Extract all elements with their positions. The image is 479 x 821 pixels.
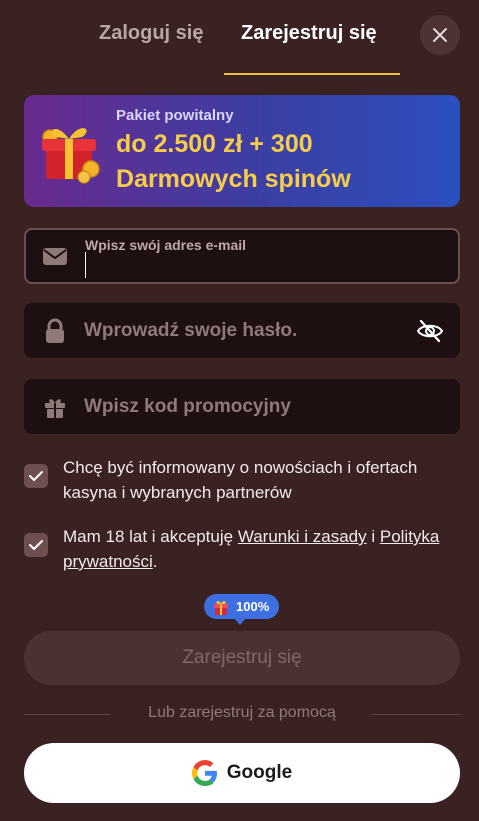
close-icon — [433, 28, 447, 42]
terms-prefix: Mam 18 lat i akceptuję — [63, 527, 238, 546]
divider-line — [372, 714, 460, 715]
email-label: Wpisz swój adres e-mail — [85, 237, 247, 253]
marketing-consent-checkbox[interactable] — [24, 464, 48, 488]
promo-code-input[interactable] — [84, 391, 404, 422]
gift-box-icon — [42, 128, 100, 184]
banner-label: Pakiet powitalny — [116, 107, 234, 124]
password-input[interactable] — [84, 315, 404, 346]
welcome-bonus-banner: Pakiet powitalny do 2.500 zł + 300 Darmo… — [24, 95, 460, 207]
terms-consent-checkbox[interactable] — [24, 533, 48, 557]
bonus-badge-text: 100% — [236, 599, 270, 614]
terms-link[interactable]: Warunki i zasady — [238, 527, 367, 546]
promo-code-field[interactable] — [24, 379, 460, 434]
banner-bonus-amount: do 2.500 zł + 300 — [116, 130, 313, 158]
google-signup-button[interactable]: Google — [24, 743, 460, 803]
banner-free-spins: Darmowych spinów — [116, 165, 351, 193]
tab-login[interactable]: Zaloguj się — [99, 22, 203, 45]
bonus-badge: 100% — [204, 594, 280, 625]
gift-icon — [45, 398, 65, 418]
social-divider: Lub zarejestruj za pomocą — [24, 703, 460, 725]
divider-text: Lub zarejestruj za pomocą — [148, 704, 336, 721]
active-tab-indicator — [224, 73, 400, 75]
close-button[interactable] — [420, 15, 460, 55]
email-input[interactable] — [85, 252, 445, 278]
envelope-icon — [43, 248, 67, 265]
gift-icon — [214, 600, 228, 615]
lock-icon — [46, 318, 64, 343]
register-submit-button[interactable]: Zarejestruj się — [24, 631, 460, 685]
google-logo-icon — [191, 760, 217, 786]
eye-slash-icon[interactable] — [416, 317, 444, 345]
checkmark-icon — [29, 471, 43, 481]
terms-consent-text: Mam 18 lat i akceptuję Warunki i zasady … — [63, 524, 443, 574]
tab-register[interactable]: Zarejestruj się — [241, 22, 377, 45]
terms-middle: i — [366, 527, 380, 546]
terms-suffix: . — [152, 552, 158, 571]
marketing-consent-text: Chcę być informowany o nowościach i ofer… — [63, 458, 418, 502]
google-button-label: Google — [226, 762, 293, 783]
auth-tabs: Zaloguj się Zarejestruj się — [0, 0, 479, 76]
email-field[interactable]: Wpisz swój adres e-mail — [24, 228, 460, 284]
checkmark-icon — [29, 540, 43, 550]
password-field[interactable] — [24, 303, 460, 358]
